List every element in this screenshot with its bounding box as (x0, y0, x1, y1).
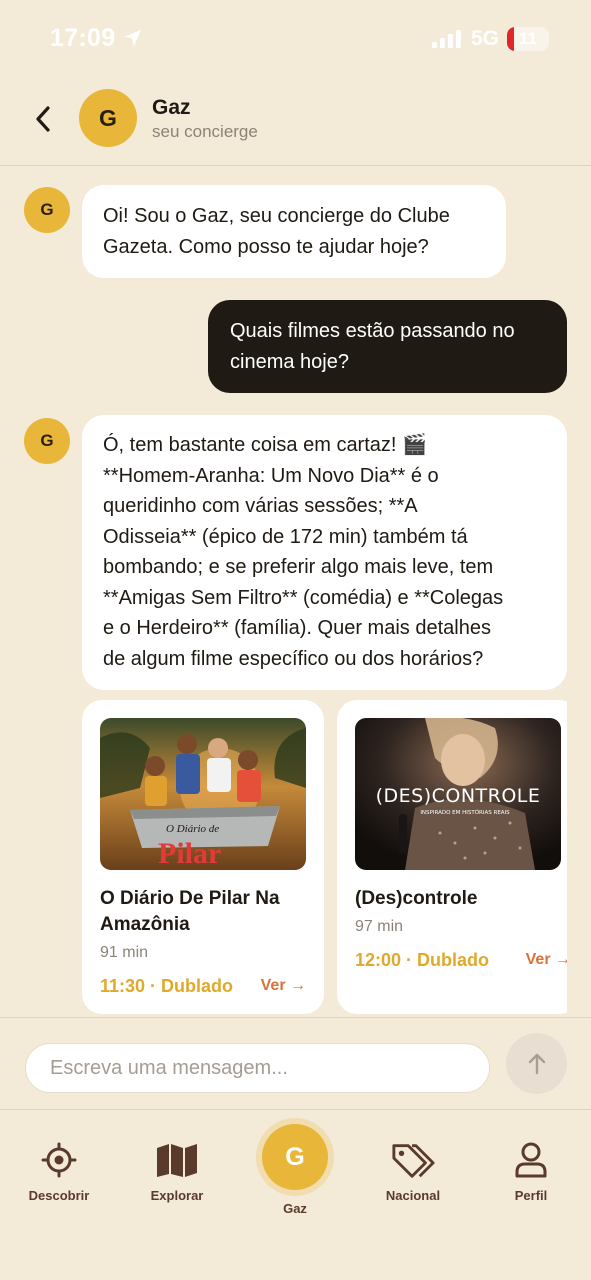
movie-poster: O Diário de Pilar (100, 718, 306, 870)
bottom-navigation: Descobrir Explorar G Gaz Nacional Perfil (0, 1109, 591, 1280)
tags-icon (391, 1140, 435, 1180)
movie-card[interactable]: (DES)CONTROLE INSPIRADO EM HISTÓRIAS REA… (337, 700, 567, 1014)
nav-gaz[interactable]: G Gaz (240, 1124, 350, 1216)
nav-perfil[interactable]: Perfil (476, 1140, 586, 1203)
status-time: 17:09 (50, 24, 116, 52)
battery-level: 11 (519, 29, 537, 48)
movie-session: 11:30 · Dublado (100, 976, 234, 996)
network-type: 5G (471, 27, 500, 50)
message-input[interactable] (25, 1043, 490, 1093)
bot-avatar: G (24, 187, 70, 233)
message-line: Gazeta. Como posso te ajudar hoje? (103, 235, 429, 258)
chat-header: G Gaz seu concierge (0, 80, 591, 166)
message-line: bombando; e se preferir algo mais leve, … (103, 556, 494, 578)
nav-label: Descobrir (28, 1188, 90, 1203)
movie-title: O Diário De Pilar Na Amazônia (100, 886, 314, 938)
concierge-name: Gaz (152, 96, 191, 119)
chevron-left-icon (36, 106, 50, 132)
message-line: Quais filmes estão passando no (230, 320, 515, 342)
bot-message: Oi! Sou o Gaz, seu concierge do Clube Ga… (82, 185, 506, 278)
poster-title: (DES)CONTROLE (376, 785, 541, 807)
movie-title: (Des)controle (355, 888, 478, 909)
nav-descobrir[interactable]: Descobrir (4, 1140, 114, 1203)
message-composer (0, 1017, 591, 1109)
see-movie-link[interactable]: Ver → (261, 977, 306, 995)
nav-nacional[interactable]: Nacional (358, 1140, 468, 1203)
nav-explorar[interactable]: Explorar (122, 1140, 232, 1203)
movie-session: 12:00 · Dublado (355, 950, 490, 970)
signal-icon (432, 30, 461, 48)
concierge-avatar: G (79, 89, 137, 147)
arrow-up-icon (528, 1053, 545, 1074)
user-message: Quais filmes estão passando no cinema ho… (208, 300, 567, 393)
message-line: **Amigas Sem Filtro** (comédia) e **Cole… (103, 586, 504, 609)
movie-card[interactable]: O Diário de Pilar O Diário De Pilar Na A… (82, 700, 324, 1014)
message-line: de algum filme específico ou dos horário… (103, 647, 484, 670)
target-icon (37, 1140, 81, 1180)
movie-title-line: O Diário De Pilar Na (100, 888, 280, 909)
bot-avatar: G (24, 418, 70, 464)
movie-duration: 97 min (355, 918, 404, 935)
poster-diario-pilar: O Diário de Pilar (100, 718, 306, 870)
message-line: Ó, tem bastante coisa em cartaz! 🎬 (103, 434, 427, 456)
poster-title-big: Pilar (158, 837, 221, 870)
gaz-avatar: G (262, 1124, 328, 1190)
see-movie-link[interactable]: Ver → (526, 951, 567, 969)
bot-message: Ó, tem bastante coisa em cartaz! 🎬 **Hom… (82, 415, 567, 690)
message-line: cinema hoje? (230, 350, 349, 373)
poster-subtitle: INSPIRADO EM HISTÓRIAS REAIS (420, 809, 510, 816)
user-icon (509, 1140, 553, 1180)
map-icon (155, 1140, 199, 1180)
movie-poster: (DES)CONTROLE INSPIRADO EM HISTÓRIAS REA… (355, 718, 561, 870)
nav-label: Explorar (150, 1188, 204, 1203)
location-arrow-icon (124, 29, 142, 47)
nav-label: Perfil (514, 1188, 548, 1203)
send-button[interactable] (506, 1033, 567, 1094)
movie-cards-carousel[interactable]: O Diário de Pilar O Diário De Pilar Na A… (82, 700, 567, 1018)
battery-icon: 11 (507, 27, 549, 51)
movie-title-line: Amazônia (100, 914, 190, 935)
message-line: **Homem-Aranha: Um Novo Dia** é o (103, 464, 439, 487)
message-line: queridinho com várias sessões; **A (103, 495, 418, 517)
movie-duration: 91 min (100, 944, 149, 961)
message-line: Oi! Sou o Gaz, seu concierge do Clube (103, 205, 450, 227)
back-button[interactable] (26, 102, 60, 136)
chat-screen: 17:09 5G 11 G Gaz seu concierge G Oi! So… (0, 0, 591, 1280)
status-bar: 17:09 5G 11 (0, 0, 591, 80)
message-line: e o Herdeiro** (família). Quer mais deta… (103, 617, 491, 639)
message-line: Odisseia** (épico de 172 min) também tá (103, 525, 468, 548)
nav-label: Gaz (283, 1201, 307, 1216)
nav-label: Nacional (385, 1188, 441, 1203)
poster-descontrole: (DES)CONTROLE INSPIRADO EM HISTÓRIAS REA… (355, 718, 561, 870)
concierge-subtitle: seu concierge (152, 122, 258, 141)
poster-title-small: O Diário de (166, 823, 219, 835)
